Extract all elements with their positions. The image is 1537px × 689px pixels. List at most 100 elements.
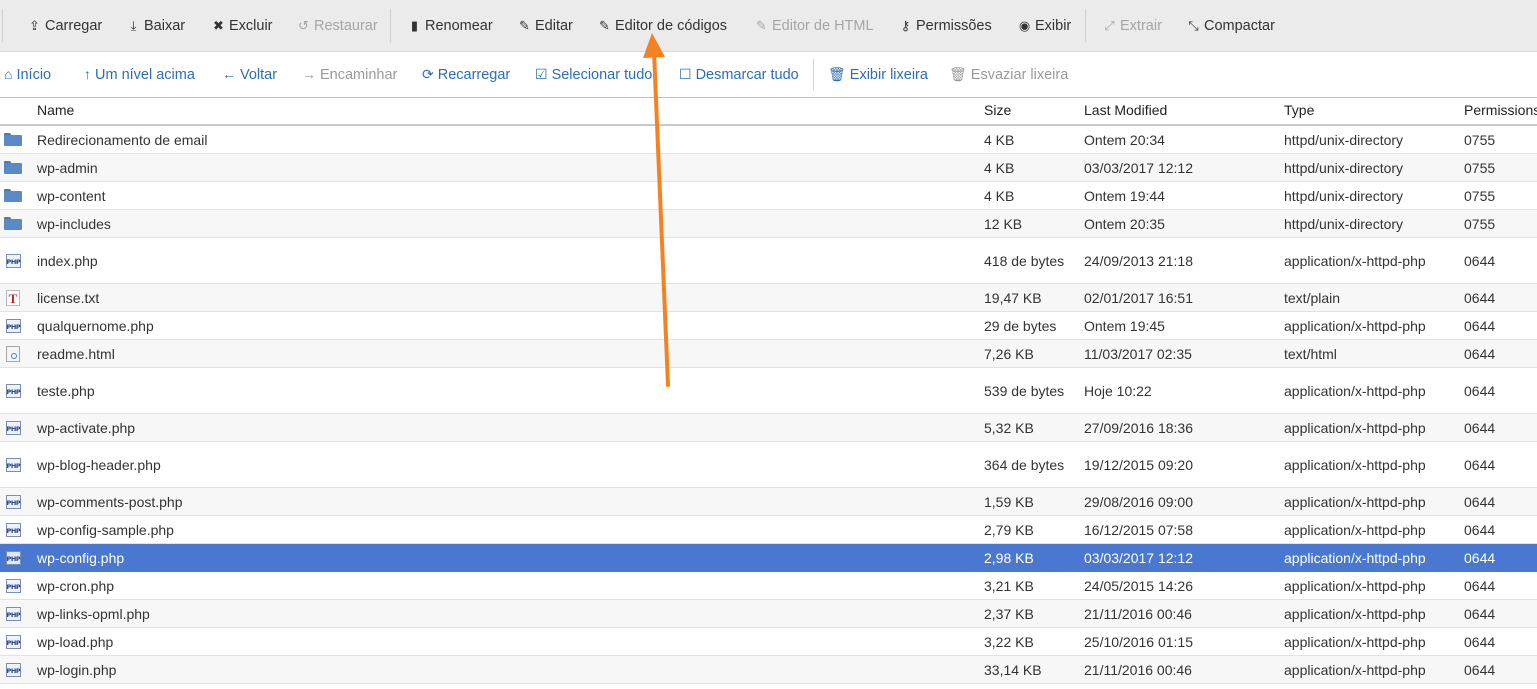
file-type: text/plain bbox=[1284, 289, 1341, 306]
file-type: httpd/unix-directory bbox=[1284, 159, 1404, 176]
table-row[interactable]: wp-admin 4 KB 03/03/2017 12:12 httpd/unix-d… bbox=[0, 154, 1537, 182]
extract-button[interactable]: ⤢ Extrair bbox=[1103, 0, 1162, 51]
table-row[interactable]: PHP wp-cron.php 3,21 KB 24/05/2015 14:26 app… bbox=[0, 572, 1537, 600]
file-permissions: 0644 bbox=[1464, 456, 1496, 473]
view-button[interactable]: ◉ Exibir bbox=[1018, 0, 1071, 51]
delete-icon: ✖ bbox=[213, 18, 224, 33]
compress-icon: ⤡ bbox=[1188, 18, 1199, 33]
file-last-modified: Ontem 20:35 bbox=[1084, 215, 1165, 232]
reload-button[interactable]: ⟳ Recarregar bbox=[422, 52, 510, 97]
table-row[interactable]: wp-includes 12 KB Ontem 20:35 httpd/unix-di… bbox=[0, 210, 1537, 238]
permissions-button[interactable]: ⚷ Permissões bbox=[899, 0, 992, 51]
table-row[interactable]: wp-content 4 KB Ontem 19:44 httpd/unix-dire… bbox=[0, 182, 1537, 210]
restore-button[interactable]: ↺ Restaurar bbox=[297, 0, 378, 51]
key-icon: ⚷ bbox=[900, 18, 911, 33]
file-name: wp-admin bbox=[37, 159, 98, 176]
main-toolbar: ⇪ Carregar ⤓ Baixar ✖ Excluir ↺ Restaurar ▮ R… bbox=[0, 0, 1537, 52]
table-row[interactable]: PHP wp-load.php 3,22 KB 25/10/2016 01:15 app… bbox=[0, 628, 1537, 656]
row-icon-cell: PHP bbox=[3, 600, 23, 627]
file-type: httpd/unix-directory bbox=[1284, 131, 1404, 148]
table-row[interactable]: readme.html 7,26 KB 11/03/2017 02:35 text/h… bbox=[0, 340, 1537, 368]
delete-button[interactable]: ✖ Excluir bbox=[212, 0, 272, 51]
up-one-level-button[interactable]: ↑ Um nível acima bbox=[84, 52, 195, 97]
restore-icon: ↺ bbox=[298, 18, 309, 33]
column-header-size[interactable]: Size bbox=[984, 102, 1011, 118]
html-editor-button[interactable]: ✎ Editor de HTML bbox=[755, 0, 874, 51]
forward-arrow-icon: → bbox=[302, 66, 316, 82]
edit-button[interactable]: ✎ Editar bbox=[518, 0, 573, 51]
column-header-name[interactable]: Name bbox=[37, 102, 74, 118]
file-last-modified: 24/05/2015 14:26 bbox=[1084, 577, 1193, 594]
php-file-icon: PHP bbox=[5, 634, 21, 649]
table-row[interactable]: PHP wp-config-sample.php 2,79 KB 16/12/2015… bbox=[0, 516, 1537, 544]
row-icon-cell bbox=[3, 154, 23, 181]
table-row[interactable]: PHP wp-links-opml.php 2,37 KB 21/11/2016 00… bbox=[0, 600, 1537, 628]
check-square-icon: ☑ bbox=[535, 66, 548, 82]
compress-button[interactable]: ⤡ Compactar bbox=[1187, 0, 1275, 51]
home-button[interactable]: ⌂ Início bbox=[4, 52, 51, 97]
table-row[interactable]: PHP qualquernome.php 29 de bytes Ontem 19:4… bbox=[0, 312, 1537, 340]
html-edit-icon: ✎ bbox=[756, 18, 767, 33]
file-permissions: 0755 bbox=[1464, 159, 1496, 176]
upload-button[interactable]: ⇪ Carregar bbox=[28, 0, 102, 51]
table-row[interactable]: Redirecionamento de email 4 KB Ontem 20:34… bbox=[0, 126, 1537, 154]
rename-button[interactable]: ▮ Renomear bbox=[408, 0, 493, 51]
file-name: wp-login.php bbox=[37, 661, 117, 678]
table-row[interactable]: PHP wp-login.php 33,14 KB 21/11/2016 00:46 a… bbox=[0, 656, 1537, 684]
file-size: 3,21 KB bbox=[984, 577, 1034, 594]
toolbar-separator bbox=[1085, 9, 1086, 42]
table-row[interactable]: PHP index.php 418 de bytes 24/09/2013 21:18… bbox=[0, 238, 1537, 284]
file-type: application/x-httpd-php bbox=[1284, 419, 1426, 436]
home-icon: ⌂ bbox=[4, 66, 13, 82]
view-trash-button[interactable]: 🗑 Exibir lixeira bbox=[828, 52, 928, 97]
file-last-modified: Ontem 20:34 bbox=[1084, 131, 1165, 148]
file-name: wp-cron.php bbox=[37, 577, 115, 594]
table-row[interactable]: Tlicense.txt 19,47 KB 02/01/2017 16:51 text… bbox=[0, 284, 1537, 312]
file-last-modified: 03/03/2017 12:12 bbox=[1084, 159, 1193, 176]
file-size: 3,22 KB bbox=[984, 633, 1034, 650]
php-file-icon: PHP bbox=[5, 253, 21, 268]
file-type: application/x-httpd-php bbox=[1284, 577, 1426, 594]
folder-icon bbox=[4, 133, 22, 146]
code-edit-icon: ✎ bbox=[599, 18, 610, 33]
upload-icon: ⇪ bbox=[29, 18, 40, 33]
row-icon-cell: PHP bbox=[3, 488, 23, 515]
file-permissions: 0644 bbox=[1464, 419, 1496, 436]
file-last-modified: 02/01/2017 16:51 bbox=[1084, 289, 1193, 306]
code-editor-button[interactable]: ✎ Editor de códigos bbox=[598, 0, 727, 51]
table-row[interactable]: PHP wp-activate.php 5,32 KB 27/09/2016 18:3… bbox=[0, 414, 1537, 442]
table-row[interactable]: PHP wp-comments-post.php 1,59 KB 29/08/2016… bbox=[0, 488, 1537, 516]
deselect-all-button[interactable]: ☐ Desmarcar tudo bbox=[679, 52, 799, 97]
file-last-modified: Ontem 19:44 bbox=[1084, 187, 1165, 204]
row-icon-cell: PHP bbox=[3, 414, 23, 441]
file-type: application/x-httpd-php bbox=[1284, 252, 1426, 269]
file-last-modified: 03/03/2017 12:12 bbox=[1084, 549, 1193, 566]
table-header: Name Size Last Modified Type Permissions bbox=[0, 98, 1537, 126]
back-arrow-icon: ← bbox=[222, 66, 236, 82]
file-name: wp-includes bbox=[37, 215, 111, 232]
back-button[interactable]: ← Voltar bbox=[222, 52, 277, 97]
forward-button[interactable]: → Encaminhar bbox=[302, 52, 397, 97]
row-icon-cell: PHP bbox=[3, 442, 23, 487]
column-header-type[interactable]: Type bbox=[1284, 102, 1314, 118]
file-name: license.txt bbox=[37, 289, 100, 306]
file-name: wp-links-opml.php bbox=[37, 605, 150, 622]
row-icon-cell bbox=[3, 210, 23, 237]
php-file-icon: PHP bbox=[5, 662, 21, 677]
download-button[interactable]: ⤓ Baixar bbox=[127, 0, 185, 51]
text-file-icon: T bbox=[6, 289, 20, 306]
column-header-permissions[interactable]: Permissions bbox=[1464, 102, 1537, 118]
table-row[interactable]: PHP teste.php 539 de bytes Hoje 10:22 applic… bbox=[0, 368, 1537, 414]
row-icon-cell bbox=[3, 126, 23, 153]
file-type: application/x-httpd-php bbox=[1284, 456, 1426, 473]
empty-trash-button[interactable]: 🗑 Esvaziar lixeira bbox=[949, 52, 1068, 97]
pencil-icon: ✎ bbox=[519, 18, 530, 33]
table-row[interactable]: PHP wp-config.php 2,98 KB 03/03/2017 12:12 a… bbox=[0, 544, 1537, 572]
column-header-last-modified[interactable]: Last Modified bbox=[1084, 102, 1167, 118]
select-all-button[interactable]: ☑ Selecionar tudo bbox=[535, 52, 652, 97]
file-name: wp-comments-post.php bbox=[37, 493, 183, 510]
php-file-icon: PHP bbox=[5, 457, 21, 472]
table-row[interactable]: PHP wp-blog-header.php 364 de bytes 19/12/2… bbox=[0, 442, 1537, 488]
file-name: Redirecionamento de email bbox=[37, 131, 208, 148]
file-size: 539 de bytes bbox=[984, 382, 1065, 399]
